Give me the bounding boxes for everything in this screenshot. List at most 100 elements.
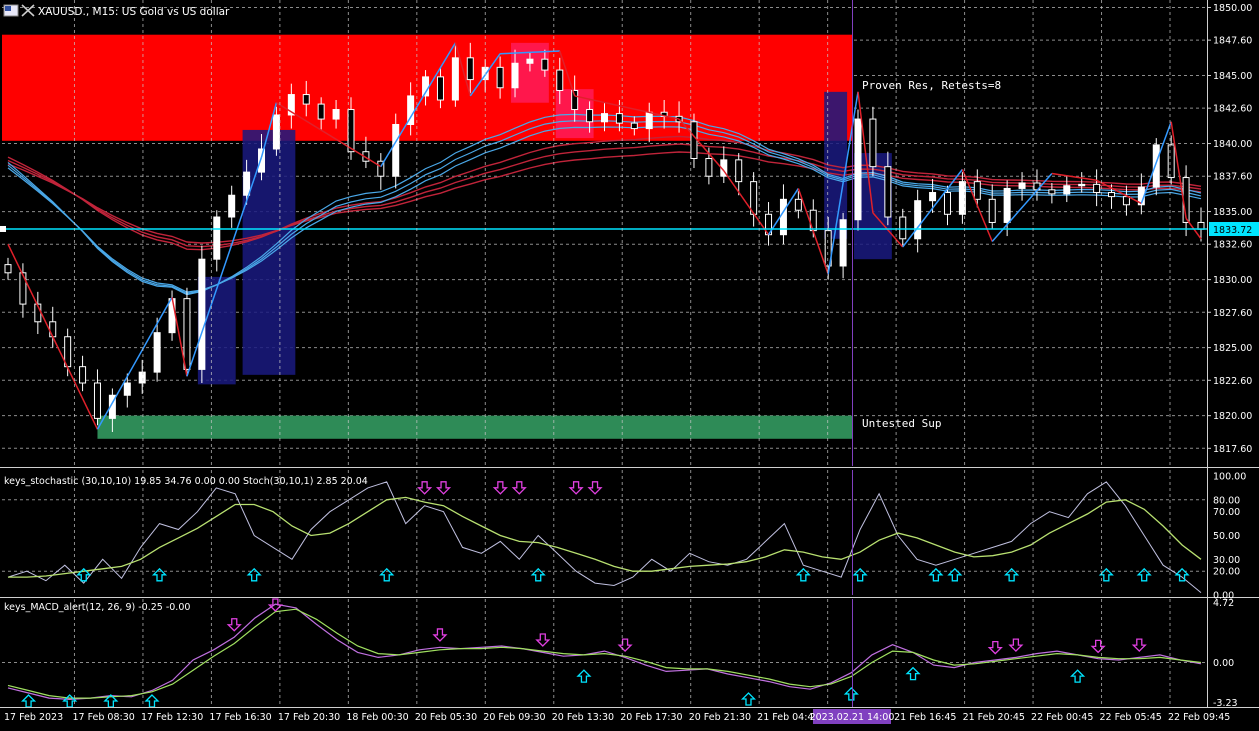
candle-body [943, 192, 951, 215]
candle-body [123, 382, 131, 396]
candle-body [1063, 185, 1071, 195]
x-tick-label: 17 Feb 20:30 [278, 712, 340, 723]
candle-body [1003, 187, 1011, 223]
candle-body [1048, 189, 1056, 195]
candle-body [451, 57, 459, 101]
stochastic-title: keys_stochastic (30,10,10) 19.85 34.76 0… [4, 476, 368, 487]
x-tick-label: 22 Feb 05:45 [1100, 712, 1162, 723]
candle-body [168, 298, 176, 334]
candle-body [973, 181, 981, 200]
x-tick-label: 20 Feb 17:30 [620, 712, 682, 723]
candle-body [49, 321, 57, 338]
candle-body [272, 114, 280, 150]
candle-body [884, 166, 892, 218]
crosshair-time-label: 2023.02.21 14:00 [810, 712, 895, 723]
candle-body [571, 89, 579, 111]
candle-body [1093, 183, 1101, 194]
candle-body [690, 121, 698, 160]
x-tick-label: 17 Feb 12:30 [141, 712, 203, 723]
candle-body [1108, 192, 1116, 198]
x-tick-label: 20 Feb 09:30 [483, 712, 545, 723]
candle-body [153, 332, 161, 373]
candle-body [436, 76, 444, 101]
y-tick-label: 1822.60 [1213, 376, 1252, 387]
candle-body [258, 148, 266, 173]
candle-body [809, 209, 817, 232]
candle-body [556, 69, 564, 91]
candle-body [705, 158, 713, 177]
candle-body [243, 171, 251, 196]
macd-y-tick-label: 0.00 [1213, 658, 1234, 669]
candle-body [392, 123, 400, 177]
candle-body [1078, 183, 1086, 187]
x-tick-label: 21 Feb 16:45 [894, 712, 956, 723]
candle-body [183, 298, 191, 370]
candle-body [630, 122, 638, 130]
candle-body [332, 109, 340, 120]
candle-body [914, 200, 922, 240]
stochastic-y-tick-label: 100.00 [1213, 471, 1246, 482]
macd-y-tick-label: 4.72 [1213, 598, 1234, 609]
candle-body [213, 216, 221, 260]
support-zone-label: Untested Sup [862, 417, 941, 430]
candle-body [4, 264, 12, 274]
y-tick-label: 1825.00 [1213, 343, 1252, 354]
y-tick-label: 1830.00 [1213, 275, 1252, 286]
candle-body [541, 58, 549, 71]
candle-body [347, 109, 355, 153]
candle-body [1167, 144, 1175, 179]
stochastic-y-tick-label: 80.00 [1213, 495, 1240, 506]
y-tick-label: 1835.00 [1213, 207, 1252, 218]
chart-canvas[interactable]: 17 Feb 2023 17 Feb 08:30 17 Feb 12:30 17 Fe… [0, 0, 1259, 727]
candle-body [198, 258, 206, 370]
flag-canton-icon [5, 6, 11, 11]
candle-body [19, 272, 27, 305]
candle-body [645, 111, 653, 130]
x-tick-label: 20 Feb 21:30 [689, 712, 751, 723]
y-tick-label: 1817.60 [1213, 444, 1252, 455]
candle-body [93, 382, 101, 419]
symbol-title: XAUUSD., M15: US Gold vs US dollar [38, 6, 230, 18]
y-tick-label: 1845.00 [1213, 71, 1252, 82]
candle-body [496, 66, 504, 89]
x-tick-label: 17 Feb 2023 [4, 712, 63, 723]
candle-body [794, 198, 802, 211]
stochastic-y-tick-label: 30.00 [1213, 555, 1240, 566]
candle-body [929, 192, 937, 202]
candle-body [839, 219, 847, 267]
trading-chart-window[interactable]: 17 Feb 2023 17 Feb 08:30 17 Feb 12:30 17 Fe… [0, 0, 1259, 727]
candle-body [511, 62, 519, 89]
macd-title: keys_MACD_alert(12, 26, 9) -0.25 -0.00 [4, 602, 190, 613]
candle-body [1018, 182, 1026, 189]
candle-body [138, 371, 146, 384]
candle-body [1152, 144, 1160, 188]
candle-body [466, 57, 474, 81]
y-tick-label: 1850.00 [1213, 3, 1252, 14]
y-tick-label: 1820.00 [1213, 411, 1252, 422]
x-tick-label: 17 Feb 16:30 [209, 712, 271, 723]
candle-body [317, 103, 325, 120]
y-tick-label: 1842.60 [1213, 104, 1252, 115]
candle-body [854, 118, 862, 221]
candle-body [79, 366, 87, 384]
candle-body [228, 194, 236, 218]
candle-body [601, 113, 608, 123]
current-price-label: 1833.72 [1213, 225, 1252, 236]
y-tick-label: 1837.60 [1213, 172, 1252, 183]
candle-body [988, 198, 996, 223]
x-tick-label: 21 Feb 20:45 [963, 712, 1025, 723]
y-tick-label: 1840.00 [1213, 139, 1252, 150]
candle-body [586, 109, 594, 123]
price-line-handle[interactable] [0, 225, 6, 232]
y-tick-label: 1832.60 [1213, 240, 1252, 251]
candle-body [869, 118, 877, 168]
macd-y-tick-label: -3.23 [1213, 698, 1238, 709]
x-tick-label: 20 Feb 05:30 [415, 712, 477, 723]
resistance-zone-label: Proven Res, Retests=8 [862, 79, 1001, 92]
x-tick-label: 18 Feb 00:30 [346, 712, 408, 723]
y-tick-label: 1827.60 [1213, 308, 1252, 319]
support-zone [97, 415, 854, 439]
x-tick-label: 22 Feb 09:45 [1168, 712, 1230, 723]
stochastic-y-tick-label: 50.00 [1213, 531, 1240, 542]
symbol-header: XAUUSD., M15: US Gold vs US dollar [3, 4, 230, 18]
